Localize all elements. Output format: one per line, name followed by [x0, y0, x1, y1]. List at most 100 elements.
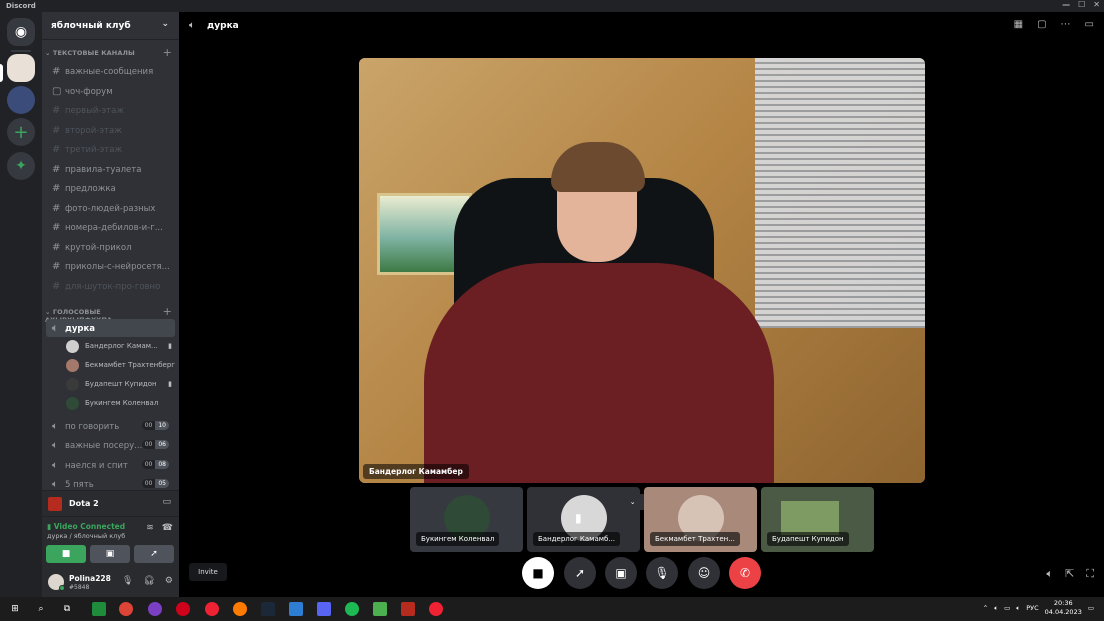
fullscreen-icon[interactable]: ⛶: [1086, 567, 1094, 581]
mute-button[interactable]: 🎙︎: [646, 557, 678, 589]
voice-count-limit: 10: [155, 421, 169, 430]
focused-video[interactable]: Бандерлог Камамбер: [359, 58, 925, 483]
microphone-icon[interactable]: 🎙︎: [122, 576, 133, 586]
channel-item-important-messages[interactable]: # важные-сообщения: [46, 62, 175, 80]
close-button[interactable]: ✕: [1093, 0, 1100, 9]
channel-item-second-floor[interactable]: # второй-этаж: [46, 121, 175, 139]
speaker-icon[interactable]: 🔈︎: [994, 604, 998, 613]
channel-item-toilet-rules[interactable]: # правила-туалета: [46, 160, 175, 178]
dota-2-icon[interactable]: [401, 602, 415, 616]
share-screen-button[interactable]: ▣: [90, 545, 130, 563]
invite-tooltip: Invite: [189, 563, 227, 581]
screen-share-button[interactable]: ▣: [605, 557, 637, 589]
headphones-icon[interactable]: 🎧︎: [143, 576, 154, 586]
voice-member[interactable]: Букингем Коленвал: [66, 395, 176, 413]
home-button[interactable]: ◉: [7, 18, 35, 46]
disconnect-icon[interactable]: ☎: [162, 523, 173, 533]
channel-item-jokes[interactable]: # для-шуток-про-говно: [46, 277, 175, 295]
voice-member-name: Бекмамбет Трахтенберг: [85, 361, 175, 369]
minimize-button[interactable]: —: [1062, 0, 1070, 9]
category-text-channels[interactable]: ⌄ ТЕКСТОВЫЕ КАНАЛЫ +: [45, 46, 172, 59]
avatar: [66, 359, 79, 372]
voice-channel-item[interactable]: 🔈︎ 5 пять 00 05: [46, 475, 175, 490]
voice-member-name: Букингем Коленвал: [85, 399, 159, 407]
language-indicator[interactable]: РУС: [1026, 604, 1038, 612]
app-icon[interactable]: [92, 602, 106, 616]
browser-icon[interactable]: [148, 602, 162, 616]
chrome-icon[interactable]: [119, 602, 133, 616]
soundboard-button[interactable]: ☺: [688, 557, 720, 589]
connection-location[interactable]: дурка / яблочный клуб: [47, 532, 125, 540]
participant-tile[interactable]: ▮ Бандерлог Камамб...: [527, 487, 640, 552]
opera-icon[interactable]: [176, 602, 190, 616]
firefox-icon[interactable]: [233, 602, 247, 616]
task-view-icon[interactable]: ⧉: [60, 602, 74, 616]
explore-servers-button[interactable]: ✦: [7, 152, 35, 180]
activity-button[interactable]: ➚: [134, 545, 174, 563]
speaker-icon: 🔈︎: [52, 460, 58, 471]
pop-out-icon[interactable]: ⇱: [1065, 567, 1074, 581]
volume-icon[interactable]: 🔈︎: [1046, 567, 1053, 581]
selected-server-indicator: [0, 64, 3, 82]
channel-item-first-floor[interactable]: # первый-этаж: [46, 101, 175, 119]
hash-icon: #: [52, 242, 61, 253]
steam-icon[interactable]: [261, 602, 275, 616]
channel-item-suggestions[interactable]: # предложка: [46, 179, 175, 197]
voice-channel-item[interactable]: 🔈︎ по говорить 00 10: [46, 417, 175, 435]
chevron-down-icon[interactable]: ⌄: [630, 498, 636, 506]
more-options-icon[interactable]: ⋯: [1061, 19, 1071, 30]
chat-icon[interactable]: ▭: [1085, 19, 1094, 30]
turn-off-camera-button[interactable]: ■: [46, 545, 86, 563]
maximize-button[interactable]: ☐: [1078, 0, 1085, 9]
yandex-icon[interactable]: [205, 602, 219, 616]
camera-icon: ▮: [168, 342, 172, 350]
disconnect-button[interactable]: ✆: [729, 557, 761, 589]
user-tag: #5848: [69, 584, 90, 591]
participant-tile[interactable]: Бекмамбет Трахтен...: [644, 487, 757, 552]
voice-member[interactable]: Бекмамбет Трахтенберг: [66, 357, 176, 375]
server-icon-apple-club[interactable]: [7, 54, 35, 82]
gear-icon[interactable]: ⚙: [165, 576, 173, 586]
channel-item-photos[interactable]: # фото-людей-разных: [46, 199, 175, 217]
server-icon-2[interactable]: [7, 86, 35, 114]
camera-toggle-button[interactable]: ■: [522, 557, 554, 589]
voice-channel-item[interactable]: 🔈︎ наелся и спит 00 08: [46, 456, 175, 474]
search-icon[interactable]: ⌕: [34, 602, 48, 616]
participant-tile[interactable]: Будапешт Купидон: [761, 487, 874, 552]
yandex-icon[interactable]: [429, 602, 443, 616]
spotify-icon[interactable]: [345, 602, 359, 616]
voice-member[interactable]: Будапешт Купидон ▮: [66, 376, 176, 394]
create-channel-icon[interactable]: +: [163, 305, 172, 318]
monitor-icon[interactable]: ▭: [162, 497, 171, 507]
clock[interactable]: 20:36 04.04.2023: [1045, 599, 1082, 617]
channel-item-cool-joke[interactable]: # крутой-прикол: [46, 238, 175, 256]
add-server-button[interactable]: +: [7, 118, 35, 146]
channel-item-ai-jokes[interactable]: # приколы-с-нейросетя...: [46, 257, 175, 275]
app-icon[interactable]: [289, 602, 303, 616]
channel-item-forum[interactable]: ▢ чоч-форум: [46, 82, 175, 100]
participant-tile[interactable]: Букингем Коленвал: [410, 487, 523, 552]
discord-icon[interactable]: [317, 602, 331, 616]
voice-channel-item[interactable]: 🔈︎ важные посеру... 00 06: [46, 436, 175, 454]
network-icon[interactable]: ▭: [1004, 604, 1010, 612]
volume-icon[interactable]: 🔈︎: [1016, 604, 1020, 613]
channel-label: по говорить: [65, 422, 120, 432]
voice-limit-badge: 00 05: [141, 479, 169, 488]
channel-item-numbers[interactable]: # номера-дебилов-и-г...: [46, 218, 175, 236]
windows-start-icon[interactable]: ⊞: [8, 602, 22, 616]
grid-layout-icon[interactable]: ▦: [1014, 19, 1023, 30]
username: Polina228: [69, 574, 111, 583]
chevron-up-icon[interactable]: ⌃: [983, 604, 988, 612]
app-icon[interactable]: [373, 602, 387, 616]
notifications-icon[interactable]: ▭: [1088, 604, 1094, 612]
noise-suppression-icon[interactable]: ≋: [146, 523, 154, 533]
voice-member[interactable]: Бандерлог Камам... ▮: [66, 338, 176, 356]
voice-channel-active[interactable]: 🔈︎ дурка: [46, 319, 175, 337]
create-channel-icon[interactable]: +: [163, 46, 172, 59]
server-header[interactable]: яблочный клуб ⌄: [42, 12, 179, 40]
channel-label: первый-этаж: [65, 106, 124, 116]
channel-label: важные-сообщения: [65, 67, 154, 77]
activity-launch-button[interactable]: ➚: [564, 557, 596, 589]
channel-item-third-floor[interactable]: # третий-этаж: [46, 140, 175, 158]
inbox-icon[interactable]: ▢: [1037, 19, 1046, 30]
